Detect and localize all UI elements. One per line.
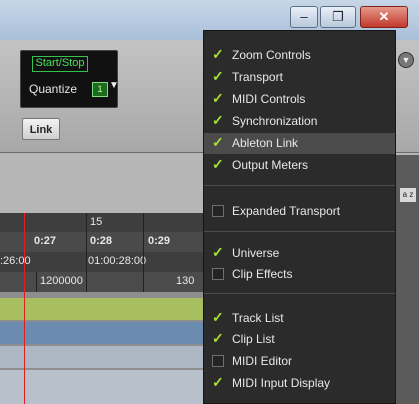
sort-az-button[interactable]: a z [400, 188, 416, 202]
chevron-down-icon[interactable]: ▼ [109, 80, 119, 91]
menu-item-label: Zoom Controls [232, 48, 311, 62]
checkbox-empty-icon [212, 268, 224, 280]
menu-item-label: MIDI Controls [232, 92, 306, 106]
menu-item-synchronization[interactable]: Synchronization [204, 111, 395, 132]
menu-item-label: MIDI Input Display [232, 376, 331, 390]
view-options-menu: Zoom Controls Transport MIDI Controls Sy… [203, 30, 396, 404]
menu-separator [204, 293, 395, 294]
link-button[interactable]: Link [22, 118, 60, 140]
checkmark-icon [212, 46, 224, 63]
maximize-icon: ❐ [332, 9, 344, 24]
ruler-timecode-label: :26:00 [0, 255, 31, 267]
close-button[interactable]: ✕ [360, 6, 408, 28]
menu-item-label: Track List [232, 311, 284, 325]
checkmark-icon [212, 156, 224, 173]
minimize-icon: – [300, 9, 308, 24]
checkmark-icon [212, 374, 224, 391]
menu-item-label: Ableton Link [232, 136, 299, 150]
menu-item-label: Output Meters [232, 158, 309, 172]
quantize-label: Quantize [29, 82, 78, 96]
menu-item-label: Transport [232, 70, 283, 84]
checkmark-icon [212, 244, 224, 261]
checkmark-icon [212, 309, 224, 326]
checkbox-empty-icon [212, 355, 224, 367]
checkmark-icon [212, 90, 224, 107]
ruler-samples-label: 1200000 [40, 275, 83, 287]
menu-item-label: Expanded Transport [232, 204, 341, 218]
chevron-down-icon[interactable]: ▼ [398, 52, 414, 68]
close-icon: ✕ [378, 9, 390, 24]
quantize-value[interactable]: 1 [92, 82, 108, 97]
menu-separator [204, 231, 395, 232]
playhead-cursor[interactable] [24, 213, 25, 404]
checkmark-icon [212, 68, 224, 85]
menu-item-midi-editor[interactable]: MIDI Editor [204, 351, 395, 372]
menu-item-label: Clip List [232, 332, 275, 346]
menu-item-zoom-controls[interactable]: Zoom Controls [204, 45, 395, 66]
menu-separator [204, 185, 395, 186]
grid-line [36, 272, 37, 292]
menu-item-output-meters[interactable]: Output Meters [204, 155, 395, 176]
menu-item-label: MIDI Editor [232, 354, 293, 368]
menu-item-label: Synchronization [232, 114, 318, 128]
menu-item-midi-controls[interactable]: MIDI Controls [204, 89, 395, 110]
ruler-time-label: 0:27 [34, 235, 57, 247]
menu-item-track-list[interactable]: Track List [204, 308, 395, 329]
menu-item-clip-effects[interactable]: Clip Effects [204, 264, 395, 285]
ruler-timecode-label: 01:00:28:00 [88, 255, 147, 267]
menu-item-universe[interactable]: Universe [204, 243, 395, 264]
checkbox-empty-icon [212, 205, 224, 217]
grid-line [143, 213, 144, 292]
menu-item-label: Universe [232, 246, 280, 260]
minimize-button[interactable]: – [290, 6, 318, 28]
checkmark-icon [212, 134, 224, 151]
menu-item-ableton-link[interactable]: Ableton Link [204, 133, 395, 154]
menu-item-expanded-transport[interactable]: Expanded Transport [204, 201, 395, 222]
ruler-samples-label: 130 [176, 275, 195, 287]
menu-item-transport[interactable]: Transport [204, 67, 395, 88]
maximize-button[interactable]: ❐ [320, 6, 356, 28]
menu-item-label: Clip Effects [232, 267, 293, 281]
grid-line [86, 213, 87, 292]
menu-item-clip-list[interactable]: Clip List [204, 329, 395, 350]
ruler-bar-label: 15 [90, 216, 103, 228]
ruler-time-label: 0:29 [148, 235, 171, 247]
start-stop-button[interactable]: Start/Stop [32, 56, 88, 72]
checkmark-icon [212, 330, 224, 347]
ruler-time-label: 0:28 [90, 235, 113, 247]
midi-controls-panel: Start/Stop Quantize 1 ▼ [20, 50, 119, 108]
menu-item-midi-input-display[interactable]: MIDI Input Display [204, 373, 395, 394]
checkmark-icon [212, 112, 224, 129]
